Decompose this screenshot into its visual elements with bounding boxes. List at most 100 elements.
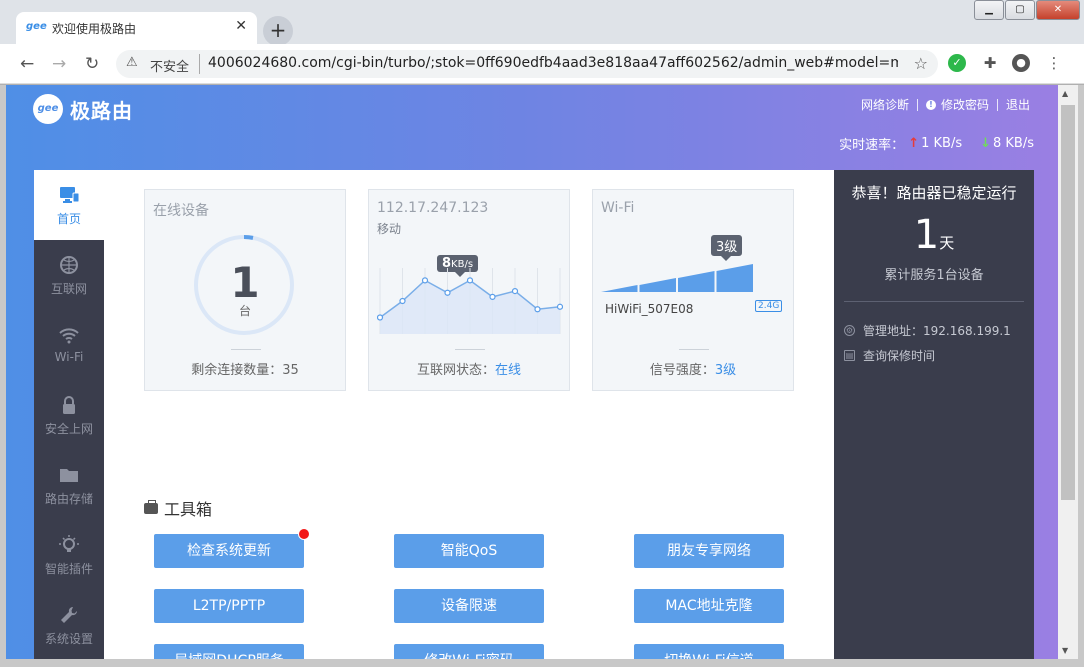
device-speed-limit-button[interactable]: 设备限速 (394, 589, 544, 623)
realtime-speed: 实时速率： ↑ 1 KB/s ↓ 8 KB/s (839, 134, 1034, 153)
extension-check-icon[interactable]: ✓ (948, 54, 966, 72)
warranty-link[interactable]: 查询保修时间 (863, 347, 935, 364)
remaining-label: 剩余连接数量： (191, 363, 283, 378)
bulb-icon (59, 535, 79, 552)
monitor-icon (60, 187, 80, 203)
l2tp-pptp-button[interactable]: L2TP/PPTP (154, 589, 304, 623)
extensions-puzzle-icon[interactable]: ✚ (981, 54, 999, 72)
card-title: 在线设备 (153, 203, 209, 219)
globe-icon (60, 256, 78, 274)
new-tab-button[interactable]: + (263, 16, 293, 46)
sidebar-item-storage[interactable]: 路由存储 (34, 450, 104, 520)
wifi-ssid: HiWiFi_507E08 (605, 302, 694, 316)
sidebar-item-label: 智能插件 (44, 562, 93, 576)
sidebar-item-settings[interactable]: 系统设置 (34, 590, 104, 659)
sidebar-item-label: 安全上网 (44, 422, 93, 436)
sidebar-item-internet[interactable]: 互联网 (34, 240, 104, 310)
browser-toolbar: ← → ↻ ⚠ 不安全 4006024680.com/cgi-bin/turbo… (0, 44, 1084, 84)
internet-card[interactable]: 112.17.247.123 移动 8KB/s 互联网状态：在线 (368, 189, 570, 391)
traffic-point (556, 303, 563, 310)
mgmt-address-row: ⚙ 管理地址：192.168.199.1 (844, 322, 1011, 339)
scroll-up-icon[interactable]: ▲ (1062, 89, 1068, 98)
upload-arrow-icon: ↑ (908, 136, 920, 151)
main-content: 在线设备 1 台 剩余连接数量：35 112.17.247.123 移动 8KB… (104, 170, 834, 659)
menu-dots-icon[interactable]: ⋮ (1045, 54, 1063, 72)
network-diagnosis-link[interactable]: 网络诊断 (861, 96, 909, 113)
warning-triangle-icon: ⚠ (126, 55, 138, 70)
scroll-down-icon[interactable]: ▼ (1062, 646, 1068, 655)
smart-qos-button[interactable]: 智能QoS (394, 534, 544, 568)
traffic-point (399, 297, 406, 305)
minimize-button[interactable]: ▁ (974, 0, 1004, 20)
sidebar-item-label: 首页 (56, 212, 81, 226)
wifi-channel-button[interactable]: 切换Wi-Fi信道 (634, 644, 784, 659)
signal-segment (716, 264, 753, 292)
change-password-link[interactable]: 修改密码 (941, 96, 989, 113)
internet-status-value[interactable]: 在线 (495, 363, 521, 378)
uptime: 1天 (834, 212, 1034, 258)
signal-label: 信号强度： (649, 363, 715, 378)
tab-close-icon[interactable]: ✕ (235, 18, 247, 34)
forward-arrow-icon[interactable]: → (52, 54, 66, 74)
close-window-button[interactable]: ✕ (1036, 0, 1080, 20)
header-links: 网络诊断 ! 修改密码 退出 (861, 96, 1030, 113)
signal-segment (601, 285, 638, 292)
window-frame-right (1078, 85, 1084, 667)
reload-icon[interactable]: ↻ (85, 54, 99, 74)
wan-ip: 112.17.247.123 (377, 200, 489, 216)
wrench-icon (61, 606, 78, 623)
online-devices-card[interactable]: 在线设备 1 台 剩余连接数量：35 (144, 189, 346, 391)
maximize-button[interactable]: ▢ (1005, 0, 1035, 20)
address-bar[interactable]: ⚠ 不安全 4006024680.com/cgi-bin/turbo/;stok… (116, 50, 938, 78)
lan-dhcp-button[interactable]: 局域网DHCP服务 (154, 644, 304, 659)
traffic-chart (377, 268, 563, 334)
signal-segment (639, 278, 676, 292)
signal-strength-bar (601, 264, 753, 292)
bookmark-star-icon[interactable]: ☆ (914, 54, 928, 73)
folder-icon (60, 469, 78, 482)
calendar-icon: ▤ (844, 350, 855, 361)
traffic-point (377, 314, 384, 321)
friend-network-button[interactable]: 朋友专享网络 (634, 534, 784, 568)
notification-dot (298, 528, 310, 540)
isp-name: 移动 (377, 222, 402, 236)
internet-status: 互联网状态：在线 (369, 359, 569, 378)
mgmt-address: 管理地址：192.168.199.1 (863, 324, 1011, 338)
sidebar-item-security[interactable]: 安全上网 (34, 380, 104, 450)
browser-titlebar: gee 欢迎使用极路由 ✕ + ▁ ▢ ✕ (0, 0, 1084, 46)
gee-favicon-icon: gee (26, 21, 47, 32)
signal-value: 3级 (714, 363, 737, 378)
page-scrollbar[interactable]: ▲ ▼ (1058, 85, 1078, 659)
signal-level-tooltip: 3级 (711, 235, 743, 261)
warranty-row[interactable]: ▤ 查询保修时间 (844, 347, 935, 364)
browser-tab[interactable]: gee 欢迎使用极路由 ✕ (16, 12, 257, 44)
mac-clone-button[interactable]: MAC地址克隆 (634, 589, 784, 623)
check-update-button[interactable]: 检查系统更新 (154, 528, 310, 568)
sidebar-item-home[interactable]: 首页 (34, 170, 104, 240)
profile-avatar-icon[interactable]: ● (1012, 54, 1030, 72)
card-title: Wi-Fi (601, 200, 635, 216)
traffic-point (421, 277, 429, 284)
signal-strength: 信号强度：3级 (593, 359, 793, 378)
url-text[interactable]: 4006024680.com/cgi-bin/turbo/;stok=0ff69… (208, 55, 898, 71)
served-devices: 累计服务1台设备 (884, 268, 984, 283)
toolbox-title: 工具箱 (164, 500, 213, 519)
sidebar-item-label: Wi-Fi (54, 350, 84, 364)
back-arrow-icon[interactable]: ← (20, 54, 34, 74)
remaining-value: 35 (282, 363, 299, 378)
panel-divider (844, 301, 1024, 302)
wifi-password-button[interactable]: 修改Wi-Fi密码 (394, 644, 544, 659)
card-divider (679, 349, 709, 350)
sidebar-item-label: 路由存储 (44, 492, 93, 506)
device-unit: 台 (238, 304, 251, 318)
logout-link[interactable]: 退出 (1006, 96, 1030, 113)
wifi-card[interactable]: Wi-Fi 3级 HiWiFi_507E08 2.4G 信号强度：3级 (592, 189, 794, 391)
uptime-days: 1 (913, 212, 940, 258)
sidebar-item-plugins[interactable]: 智能插件 (34, 520, 104, 590)
sidebar-item-wifi[interactable]: Wi-Fi (34, 310, 104, 380)
scroll-thumb[interactable] (1061, 105, 1075, 500)
wifi-icon (59, 328, 79, 344)
toolbox-icon (144, 499, 158, 514)
traffic-area (380, 280, 560, 334)
sidebar-item-label: 系统设置 (44, 632, 93, 646)
